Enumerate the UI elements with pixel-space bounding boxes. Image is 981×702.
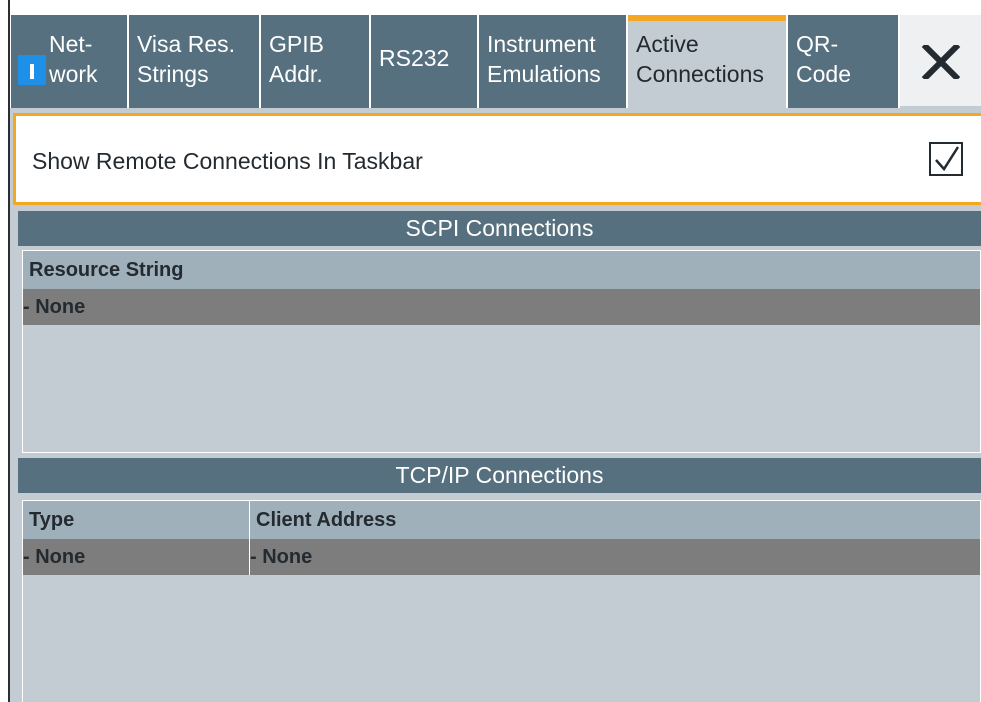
tcpip-connections-header: TCP/IP Connections [18, 458, 981, 493]
window-left-border [8, 0, 10, 702]
close-button[interactable] [900, 15, 981, 108]
active-connections-dialog: Net- work Visa Res. Strings GPIB Addr. R… [8, 0, 981, 702]
client-address-cell: - None [249, 539, 312, 575]
tab-gpib-addr[interactable]: GPIB Addr. [261, 15, 369, 108]
scpi-connections-table: Resource String - None [22, 250, 981, 453]
checkmark-icon [935, 146, 960, 172]
tab-bar: Net- work Visa Res. Strings GPIB Addr. R… [8, 0, 981, 108]
tab-network-label: Net- work [49, 31, 98, 87]
resource-string-cell: - None [23, 296, 86, 318]
tab-visa-res-strings[interactable]: Visa Res. Strings [129, 15, 259, 108]
tab-active-connections[interactable]: Active Connections [628, 15, 786, 108]
show-remote-connections-label: Show Remote Connections In Taskbar [32, 148, 423, 174]
tab-network[interactable]: Net- work [11, 15, 127, 108]
close-icon [921, 45, 961, 79]
network-icon [18, 55, 46, 85]
show-remote-connections-checkbox[interactable] [929, 142, 963, 176]
column-header-type[interactable]: Type [29, 501, 249, 539]
table-row[interactable]: - None - None [23, 539, 980, 575]
tcpip-connections-table: Type Client Address - None - None [22, 500, 981, 702]
tab-instrument-emulations[interactable]: Instrument Emulations [479, 15, 626, 108]
tab-qr-code[interactable]: QR- Code [788, 15, 898, 108]
table-row[interactable]: - None [23, 289, 980, 325]
scpi-table-header: Resource String [23, 251, 980, 289]
scpi-connections-header: SCPI Connections [18, 211, 981, 246]
column-header-resource-string[interactable]: Resource String [29, 251, 183, 289]
type-cell: - None [23, 546, 86, 568]
column-header-client-address[interactable]: Client Address [249, 501, 396, 539]
tcpip-table-header: Type Client Address [23, 501, 980, 539]
tab-rs232[interactable]: RS232 [371, 15, 477, 108]
show-remote-connections-row[interactable]: Show Remote Connections In Taskbar [13, 113, 981, 205]
